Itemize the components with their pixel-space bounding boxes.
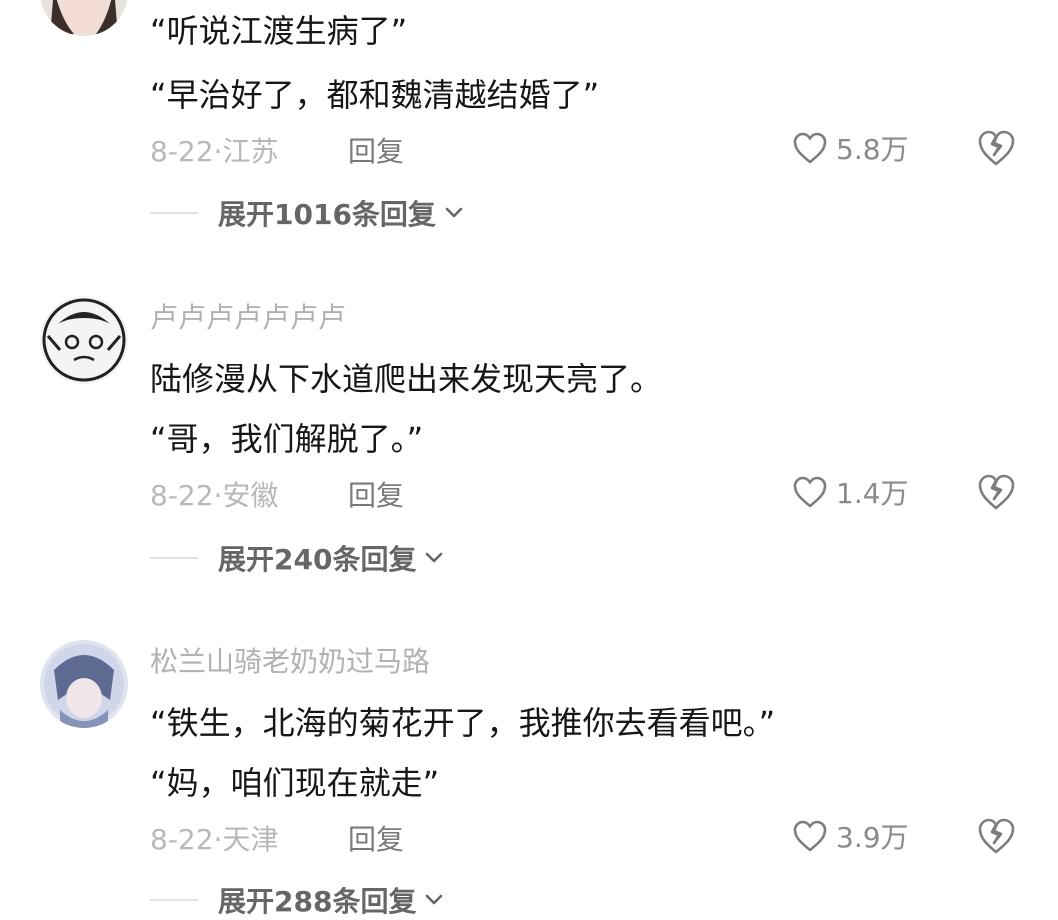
comment-line: “铁生，北海的菊花开了，我推你去看看吧。” — [150, 704, 776, 742]
expand-replies[interactable]: 展开288条回复 — [150, 880, 444, 920]
heart-icon — [793, 476, 827, 508]
avatar[interactable] — [40, 296, 128, 384]
chevron-down-icon — [445, 207, 463, 218]
reply-button[interactable]: 回复 — [348, 818, 404, 858]
username[interactable]: 松兰山骑老奶奶过马路 — [150, 640, 430, 680]
dislike-button[interactable] — [976, 128, 1016, 168]
avatar[interactable] — [40, 0, 128, 36]
like-button[interactable]: 1.4万 — [792, 472, 909, 512]
like-button[interactable]: 5.8万 — [792, 128, 909, 168]
chevron-down-icon — [426, 552, 443, 563]
expand-label: 展开240条回复 — [218, 543, 417, 576]
heart-icon — [793, 132, 827, 164]
date-location: 8-22·江苏 — [150, 135, 279, 168]
dislike-button[interactable] — [976, 816, 1016, 856]
comment-line: “哥，我们解脱了。” — [150, 420, 424, 458]
like-count: 5.8万 — [836, 133, 909, 166]
broken-heart-icon — [978, 130, 1015, 166]
date-location: 8-22·天津 — [150, 823, 279, 856]
expand-replies[interactable]: 展开1016条回复 — [150, 193, 464, 233]
expand-label: 展开288条回复 — [218, 885, 417, 918]
divider — [150, 557, 198, 559]
broken-heart-icon — [978, 818, 1015, 854]
reply-button[interactable]: 回复 — [348, 130, 404, 170]
comment-line: “早治好了，都和魏清越结婚了” — [150, 76, 600, 114]
heart-icon — [793, 820, 827, 852]
chevron-down-icon — [426, 894, 443, 905]
reply-button[interactable]: 回复 — [348, 474, 404, 514]
expand-label: 展开1016条回复 — [218, 198, 436, 231]
comment-line: “妈，咱们现在就走” — [150, 764, 440, 802]
username[interactable]: 卢卢卢卢卢卢卢 — [150, 296, 346, 336]
avatar[interactable] — [40, 640, 128, 728]
dislike-button[interactable] — [976, 472, 1016, 512]
expand-replies[interactable]: 展开240条回复 — [150, 538, 444, 578]
comment-line: “听说江渡生病了” — [150, 12, 408, 50]
like-button[interactable]: 3.9万 — [792, 816, 909, 856]
divider — [150, 899, 198, 901]
like-count: 3.9万 — [836, 821, 909, 854]
like-count: 1.4万 — [836, 477, 909, 510]
date-location: 8-22·安徽 — [150, 479, 279, 512]
comment-line: 陆修漫从下水道爬出来发现天亮了。 — [150, 360, 663, 398]
broken-heart-icon — [978, 474, 1015, 510]
divider — [150, 212, 198, 214]
